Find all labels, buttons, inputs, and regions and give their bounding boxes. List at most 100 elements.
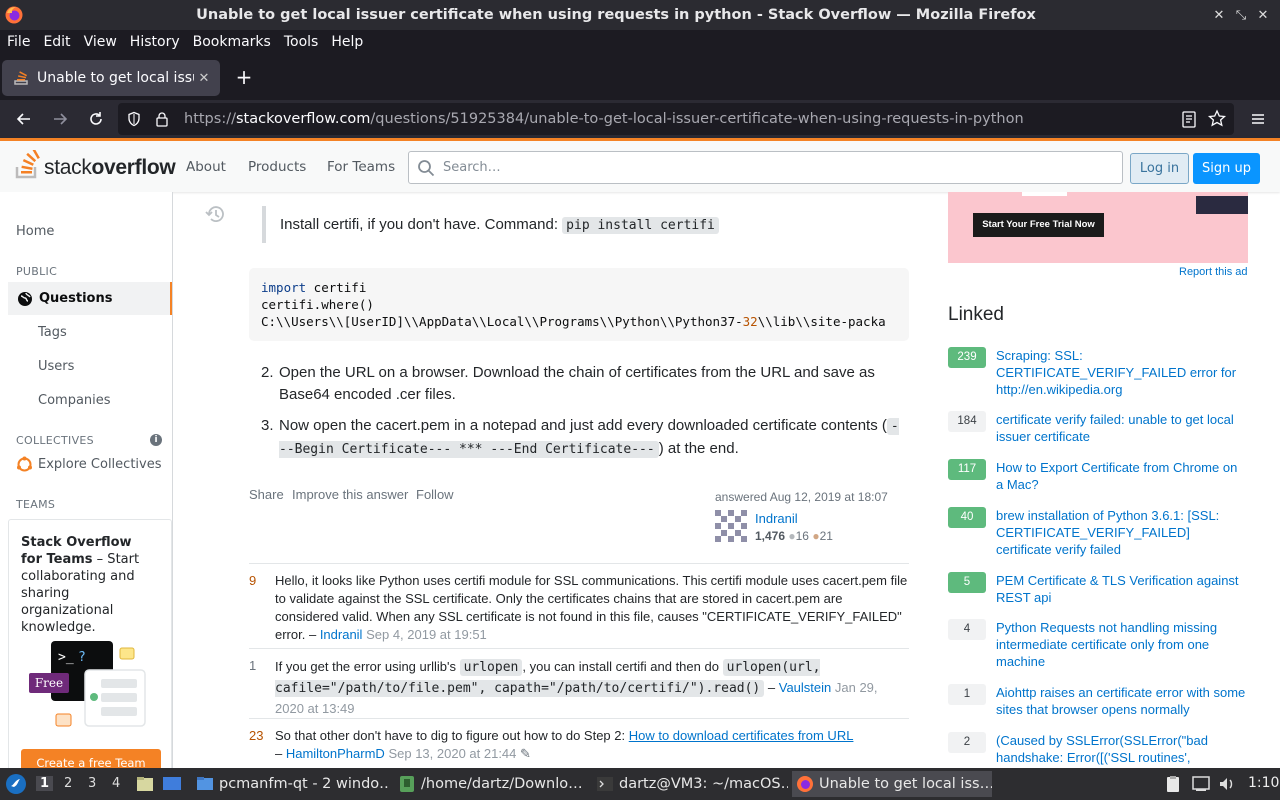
menu-tools[interactable]: Tools: [277, 34, 325, 50]
answer-count-badge: 4: [948, 619, 986, 640]
linked-item[interactable]: 184 certificate verify failed: unable to…: [948, 411, 1248, 445]
reload-icon[interactable]: [80, 103, 112, 135]
login-button[interactable]: Log in: [1130, 153, 1189, 184]
site-search-input[interactable]: Search…: [408, 151, 1123, 184]
shield-icon[interactable]: [122, 107, 146, 131]
file-manager-launcher-icon[interactable]: [136, 775, 154, 793]
linked-item[interactable]: 5 PEM Certificate & TLS Verification aga…: [948, 572, 1248, 606]
ad-cta-button[interactable]: Start Your Free Trial Now: [973, 213, 1104, 237]
comment-date[interactable]: Sep 13, 2020 at 21:44: [388, 746, 516, 761]
teams-promo: Stack Overflow for Teams – Start collabo…: [8, 519, 172, 768]
show-desktop-icon[interactable]: [162, 775, 182, 793]
network-icon[interactable]: [1192, 775, 1210, 793]
create-team-button[interactable]: Create a free Team: [21, 749, 161, 768]
menu-edit[interactable]: Edit: [36, 34, 76, 50]
advertisement[interactable]: Start Your Free Trial Now: [948, 192, 1248, 263]
comment-author-link[interactable]: Vaulstein: [779, 680, 832, 695]
volume-icon[interactable]: [1218, 775, 1236, 793]
reader-view-icon[interactable]: [1178, 107, 1200, 135]
browser-tab[interactable]: Unable to get local issuer certificate ✕: [2, 60, 220, 96]
nav-products[interactable]: Products: [248, 159, 306, 175]
tab-strip: Unable to get local issuer certificate ✕…: [0, 54, 1280, 100]
forward-icon[interactable]: [44, 103, 76, 135]
url-bar[interactable]: https://stackoverflow.com/questions/5192…: [118, 103, 1234, 135]
linked-question-link[interactable]: How to Export Certificate from Chrome on…: [996, 459, 1248, 493]
linked-item[interactable]: 4 Python Requests not handling missing i…: [948, 619, 1248, 670]
menu-history[interactable]: History: [123, 34, 186, 50]
report-ad-link[interactable]: Report this ad: [1179, 266, 1247, 278]
linked-item[interactable]: 239 Scraping: SSL: CERTIFICATE_VERIFY_FA…: [948, 347, 1248, 398]
workspace-2[interactable]: 2: [64, 776, 72, 791]
nav-for-teams[interactable]: For Teams: [327, 159, 395, 175]
answer-count-badge: 2: [948, 732, 986, 753]
linked-question-link[interactable]: Aiohttp raises an certificate error with…: [996, 684, 1248, 718]
workspace-1[interactable]: 1: [36, 776, 54, 791]
edit-pencil-icon: ✎: [520, 746, 531, 761]
linked-item[interactable]: 40 brew installation of Python 3.6.1: [S…: [948, 507, 1248, 558]
linked-item[interactable]: 2 (Caused by SSLError(SSLError("bad hand…: [948, 732, 1248, 768]
maximize-icon[interactable]: ⤡: [1230, 8, 1252, 23]
blockquote: Install certifi, if you don't have. Comm…: [262, 206, 902, 243]
comment-link[interactable]: How to download certificates from URL: [629, 728, 854, 743]
tab-close-icon[interactable]: ✕: [194, 71, 214, 86]
comment-score: 1: [249, 658, 257, 673]
linked-question-link[interactable]: (Caused by SSLError(SSLError("bad handsh…: [996, 732, 1248, 768]
improve-answer-link[interactable]: Improve this answer: [292, 487, 408, 502]
answer-post: Install certifi, if you don't have. Comm…: [174, 192, 934, 768]
linked-question-link[interactable]: Scraping: SSL: CERTIFICATE_VERIFY_FAILED…: [996, 347, 1248, 398]
workspace-4[interactable]: 4: [112, 776, 120, 791]
comment-author-link[interactable]: HamiltonPharmD: [286, 746, 385, 761]
menu-view[interactable]: View: [77, 34, 123, 50]
linked-item[interactable]: 1 Aiohttp raises an certificate error wi…: [948, 684, 1248, 718]
user-avatar[interactable]: [715, 510, 747, 542]
stackoverflow-favicon-icon: [14, 71, 28, 85]
close-icon[interactable]: ✕: [1252, 8, 1274, 23]
stackoverflow-logo[interactable]: stackoverflow: [14, 150, 176, 180]
comment: 1 If you get the error using urllib's ur…: [249, 648, 909, 719]
lock-icon[interactable]: [150, 107, 174, 131]
info-icon[interactable]: i: [150, 434, 162, 446]
code-block: import certifi certifi.where() C:\\Users…: [249, 268, 909, 341]
menubar: File Edit View History Bookmarks Tools H…: [0, 30, 1280, 54]
left-sidebar: Home PUBLIC Questions Tags Users Compani…: [0, 192, 173, 768]
task-terminal[interactable]: dartz@VM3: ~/macOS…: [592, 771, 788, 797]
sidebar-item-users[interactable]: Users: [38, 359, 74, 374]
task-downloads[interactable]: /home/dartz/Downlo…: [394, 771, 586, 797]
minimize-icon[interactable]: ✕: [1208, 8, 1230, 23]
clock[interactable]: 1:10: [1248, 775, 1279, 791]
linked-question-link[interactable]: certificate verify failed: unable to get…: [996, 411, 1248, 445]
sidebar-item-tags[interactable]: Tags: [38, 325, 67, 340]
clipboard-icon[interactable]: [1164, 775, 1182, 793]
start-menu-icon[interactable]: [5, 773, 27, 795]
hamburger-menu-icon[interactable]: [1242, 103, 1274, 135]
sidebar-section-public: PUBLIC: [16, 265, 58, 278]
sidebar-item-questions[interactable]: Questions: [8, 282, 172, 315]
url-text[interactable]: https://stackoverflow.com/questions/5192…: [184, 111, 1024, 127]
workspace-3[interactable]: 3: [88, 776, 96, 791]
sidebar-item-companies[interactable]: Companies: [38, 393, 111, 408]
comment-date[interactable]: Sep 4, 2019 at 19:51: [366, 627, 487, 642]
linked-question-link[interactable]: Python Requests not handling missing int…: [996, 619, 1248, 670]
back-icon[interactable]: [8, 103, 40, 135]
task-pcmanfm[interactable]: pcmanfm-qt - 2 windo…: [192, 771, 388, 797]
comment-author-link[interactable]: Indranil: [320, 627, 363, 642]
task-firefox[interactable]: Unable to get local iss…: [792, 771, 992, 797]
linked-item[interactable]: 117 How to Export Certificate from Chrom…: [948, 459, 1248, 493]
sidebar-item-home[interactable]: Home: [16, 224, 54, 239]
linked-question-link[interactable]: PEM Certificate & TLS Verification again…: [996, 572, 1248, 606]
menu-file[interactable]: File: [0, 34, 36, 50]
linked-question-link[interactable]: brew installation of Python 3.6.1: [SSL:…: [996, 507, 1248, 558]
sidebar-item-explore-collectives[interactable]: Explore Collectives: [16, 456, 162, 473]
user-name-link[interactable]: Indranil: [755, 511, 798, 526]
navigation-toolbar: https://stackoverflow.com/questions/5192…: [0, 100, 1280, 138]
bookmark-star-icon[interactable]: [1206, 107, 1228, 135]
signup-button[interactable]: Sign up: [1193, 153, 1260, 184]
new-tab-icon[interactable]: +: [232, 66, 256, 90]
nav-about[interactable]: About: [186, 159, 226, 175]
share-link[interactable]: Share: [249, 487, 284, 502]
comment-score: 9: [249, 573, 257, 588]
menu-bookmarks[interactable]: Bookmarks: [186, 34, 277, 50]
follow-link[interactable]: Follow: [416, 487, 454, 502]
menu-help[interactable]: Help: [324, 34, 369, 50]
revision-history-icon[interactable]: [205, 205, 225, 223]
